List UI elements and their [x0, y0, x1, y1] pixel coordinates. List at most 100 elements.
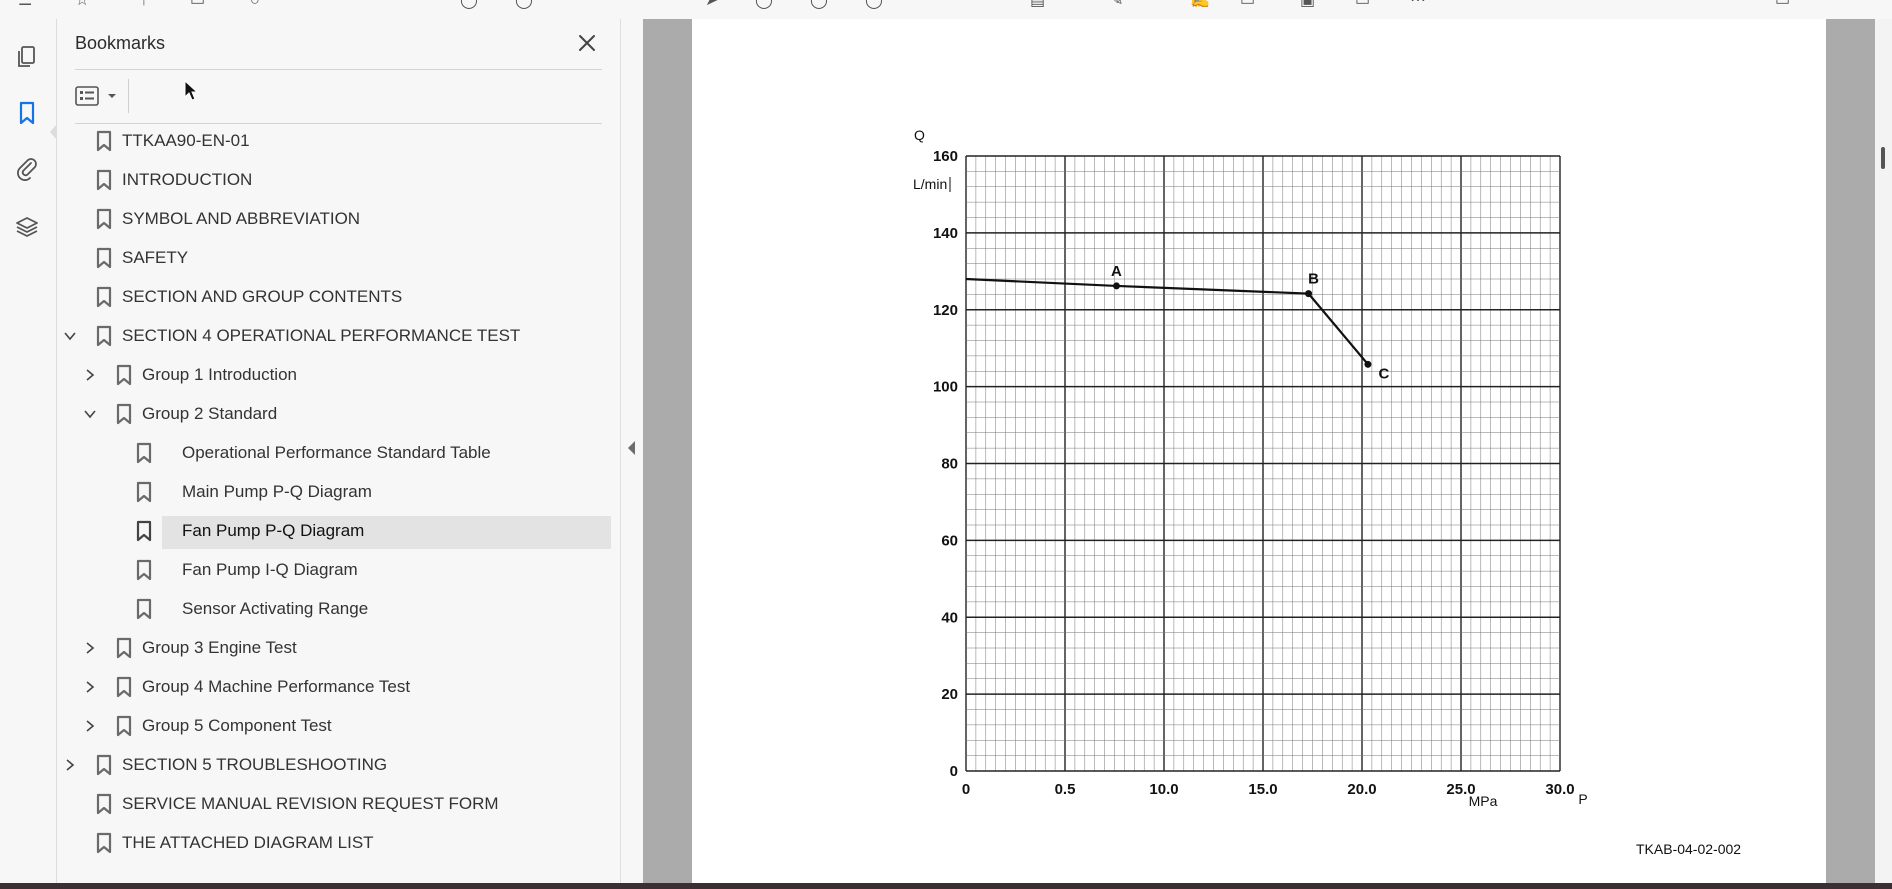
- taskbar-edge: [0, 883, 1892, 889]
- bookmark-icon: [96, 130, 112, 152]
- page-down-icon[interactable]: ◯: [515, 0, 533, 9]
- comment-icon[interactable]: ▭: [1240, 0, 1255, 9]
- y-axis-unit: L/min: [913, 176, 947, 192]
- chevron-down-icon[interactable]: [62, 328, 78, 344]
- bookmark-icon: [96, 793, 112, 815]
- bookmark-item[interactable]: SYMBOL AND ABBREVIATION: [57, 203, 577, 235]
- bookmark-item[interactable]: SECTION AND GROUP CONTENTS: [57, 281, 577, 313]
- attachment-icon[interactable]: [12, 153, 42, 183]
- menu-icon[interactable]: ☰: [18, 0, 32, 9]
- y-tick-label: 120: [933, 302, 958, 319]
- x-tick-label: 15.0: [1248, 781, 1277, 798]
- document-viewport[interactable]: 0 20 40 60 80 100 120 140 160 0 0.5 10.0 15.0 20.0 25.…: [643, 19, 1892, 883]
- pages-icon[interactable]: [12, 42, 42, 72]
- collapse-arrow-icon[interactable]: [628, 441, 635, 455]
- list-options-icon: [75, 86, 99, 106]
- chevron-right-icon[interactable]: [82, 640, 98, 656]
- bookmark-label: Group 3 Engine Test: [142, 638, 297, 657]
- zoom-add-icon[interactable]: ◯: [865, 0, 883, 9]
- x-tick-label: 20.0: [1347, 781, 1376, 798]
- print-icon[interactable]: ▭: [190, 0, 205, 9]
- bookmark-icon: [136, 598, 152, 620]
- scrollbar-thumb[interactable]: [1881, 147, 1885, 169]
- bookmark-item[interactable]: INTRODUCTION: [57, 164, 577, 196]
- y-tick-label: 0: [950, 763, 958, 780]
- bookmark-label: Group 4 Machine Performance Test: [142, 677, 411, 696]
- panel-toggle-icon[interactable]: ▭: [1775, 0, 1790, 9]
- y-tick-label: 20: [941, 686, 958, 703]
- bookmark-item[interactable]: Group 3 Engine Test: [57, 632, 577, 664]
- x-tick-label: 0: [962, 781, 970, 798]
- bookmark-icon: [116, 715, 132, 737]
- bookmark-item[interactable]: Fan Pump I-Q Diagram: [57, 554, 577, 586]
- bookmark-item[interactable]: Operational Performance Standard Table: [57, 437, 577, 469]
- bookmark-item[interactable]: SECTION 4 OPERATIONAL PERFORMANCE TEST: [57, 320, 577, 352]
- bookmark-label: SAFETY: [122, 248, 189, 267]
- close-icon: [579, 35, 595, 51]
- cursor-tool-icon[interactable]: ➤: [705, 0, 718, 9]
- bookmark-icon: [116, 637, 132, 659]
- bookmark-item[interactable]: Group 2 Standard: [57, 398, 577, 430]
- close-panel-button[interactable]: [573, 29, 601, 57]
- x-tick-label: 0.5: [1055, 781, 1076, 798]
- bookmark-label: SECTION 4 OPERATIONAL PERFORMANCE TEST: [122, 326, 521, 345]
- bookmark-label: TTKAA90-EN-01: [122, 131, 250, 150]
- point-label: C: [1379, 365, 1390, 382]
- bookmark-icon: [136, 442, 152, 464]
- bookmark-item[interactable]: Fan Pump P-Q Diagram: [57, 515, 611, 549]
- x-axis-symbol: P: [1578, 791, 1587, 807]
- bookmark-item[interactable]: SAFETY: [57, 242, 577, 274]
- bookmark-icon: [116, 364, 132, 386]
- bookmark-icon: [96, 754, 112, 776]
- bookmark-icon[interactable]: [12, 98, 42, 128]
- chevron-right-icon[interactable]: [82, 679, 98, 695]
- bookmark-options-button[interactable]: [75, 81, 119, 111]
- fit-page-icon[interactable]: ▤: [1030, 0, 1045, 9]
- chevron-right-icon[interactable]: [82, 367, 98, 383]
- bookmark-item[interactable]: Main Pump P-Q Diagram: [57, 476, 577, 508]
- top-toolbar: ☰ ☆ ↑ ▭ ○ ◯ ◯ ➤ ◯ ◯ ◯ ▤ ✎ ✍ ▭ ▣ ▭ ⋯ ▭: [0, 0, 1892, 20]
- y-tick-label: 100: [933, 379, 958, 396]
- options-separator: [128, 79, 129, 113]
- bookmark-icon: [136, 559, 152, 581]
- data-point-b: [1305, 290, 1313, 298]
- dropdown-caret-icon: [108, 94, 116, 98]
- sign-icon[interactable]: ✍: [1190, 0, 1210, 9]
- fan-pump-pq-chart: 0204060801001201401600 0.5 10.0 15.0 20.0 25.…: [913, 127, 1588, 809]
- search-icon[interactable]: ○: [250, 0, 260, 9]
- bookmark-label: SECTION 5 TROUBLESHOOTING: [122, 755, 388, 774]
- upload-icon[interactable]: ↑: [140, 0, 148, 9]
- zoom-out-icon[interactable]: ◯: [755, 0, 773, 9]
- more-tools-icon[interactable]: ⋯: [1410, 0, 1426, 9]
- x-axis-unit: MPa: [1469, 793, 1498, 809]
- mouse-cursor-icon: [184, 80, 198, 101]
- bookmark-item[interactable]: Group 5 Component Test: [57, 710, 577, 742]
- share-icon[interactable]: ▭: [1355, 0, 1370, 9]
- bookmark-label: Sensor Activating Range: [182, 599, 369, 618]
- pen-icon[interactable]: ✎: [1110, 0, 1123, 9]
- header-divider: [75, 69, 602, 70]
- bookmark-item[interactable]: SERVICE MANUAL REVISION REQUEST FORM: [57, 788, 577, 820]
- bookmark-item[interactable]: Group 4 Machine Performance Test: [57, 671, 577, 703]
- chevron-down-icon[interactable]: [82, 406, 98, 422]
- chevron-right-icon[interactable]: [62, 757, 78, 773]
- bookmark-item[interactable]: Group 1 Introduction: [57, 359, 577, 391]
- page-up-icon[interactable]: ◯: [460, 0, 478, 9]
- bookmark-item[interactable]: THE ATTACHED DIAGRAM LIST: [57, 827, 577, 859]
- bookmark-item[interactable]: SECTION 5 TROUBLESHOOTING: [57, 749, 577, 781]
- bookmark-item[interactable]: Sensor Activating Range: [57, 593, 577, 625]
- bookmark-label: INTRODUCTION: [122, 170, 253, 189]
- x-tick-label: 10.0: [1149, 781, 1178, 798]
- bookmark-label: Group 1 Introduction: [142, 365, 297, 384]
- bookmark-icon: [96, 286, 112, 308]
- layers-icon[interactable]: [12, 212, 42, 242]
- panel-splitter[interactable]: [620, 19, 644, 883]
- document-id: TKAB-04-02-002: [1636, 841, 1742, 857]
- zoom-in-icon[interactable]: ◯: [810, 0, 828, 9]
- bookmark-item[interactable]: TTKAA90-EN-01: [57, 125, 577, 157]
- star-icon[interactable]: ☆: [75, 0, 89, 9]
- y-axis-symbol: Q: [914, 127, 925, 143]
- vertical-scrollbar[interactable]: [1875, 19, 1892, 883]
- chevron-right-icon[interactable]: [82, 718, 98, 734]
- stamp-icon[interactable]: ▣: [1300, 0, 1315, 9]
